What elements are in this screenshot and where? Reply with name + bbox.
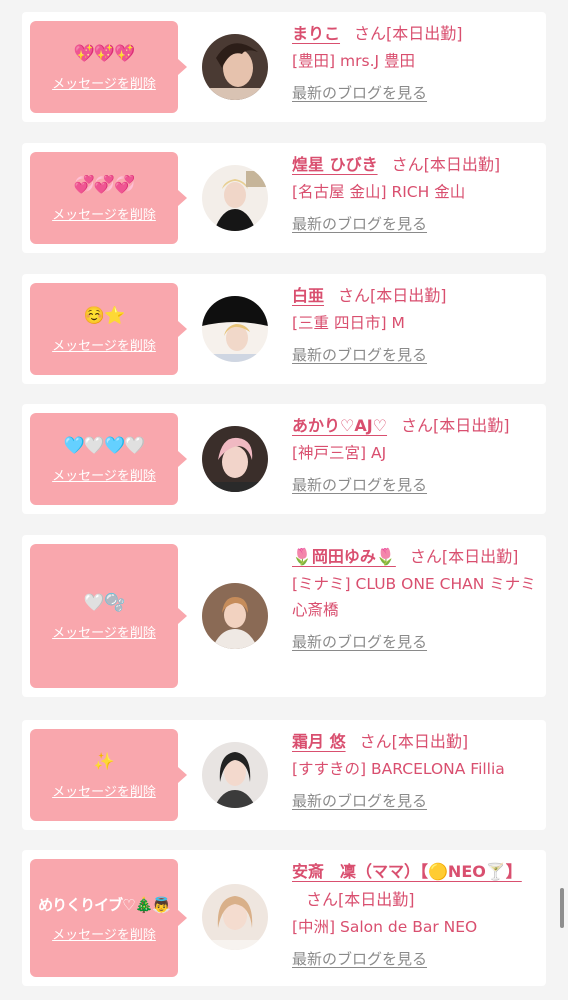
avatar[interactable] (202, 296, 268, 362)
cast-name-link[interactable]: あかり♡AJ♡ (292, 416, 387, 435)
shop-info: [豊田] mrs.J 豊田 (292, 52, 415, 70)
latest-blog-link[interactable]: 最新のブログを見る (292, 82, 427, 103)
delete-message-link[interactable]: メッセージを削除 (52, 924, 156, 943)
shop-info: [すすきの] BARCELONA Fillia (292, 760, 505, 778)
message-bubble: めりくりイブ♡🎄👼 メッセージを削除 (30, 859, 187, 977)
status-text: [本日出勤] (423, 155, 501, 174)
cast-name-link[interactable]: まりこ (292, 24, 340, 43)
message-card: 💞💞💞 メッセージを削除 煌星 ひびき さん[本日出勤] [名古屋 金山] RIC… (22, 143, 546, 253)
avatar[interactable] (202, 884, 268, 950)
scrollbar-thumb[interactable] (560, 888, 564, 928)
shop-info: [名古屋 金山] RICH 金山 (292, 183, 466, 201)
message-bubble: ✨ メッセージを削除 (30, 729, 187, 821)
entry-info: 煌星 ひびき さん[本日出勤] [名古屋 金山] RICH 金山 最新のブログを見… (292, 151, 540, 234)
shop-info: [中洲] Salon de Bar NEO (292, 918, 478, 936)
message-bubble: 💞💞💞 メッセージを削除 (30, 152, 187, 244)
cast-name-link[interactable]: 安斎 凜（ママ）【🟡NEO🍸】 (292, 862, 522, 881)
entry-info: 🌷岡田ゆみ🌷 さん[本日出勤] [ミナミ] CLUB ONE CHAN ミナミ 心… (292, 543, 540, 652)
delete-message-link[interactable]: メッセージを削除 (52, 204, 156, 223)
cast-name-link[interactable]: 霜月 悠 (292, 732, 346, 751)
latest-blog-link[interactable]: 最新のブログを見る (292, 344, 427, 365)
shop-info: [神戸三宮] AJ (292, 444, 387, 462)
cast-name-link[interactable]: 白亜 (292, 286, 324, 305)
message-emoji: ✨ (93, 751, 115, 772)
message-emoji: 🤍🫧 (83, 592, 125, 613)
delete-message-link[interactable]: メッセージを削除 (52, 622, 156, 641)
message-bubble: 🤍🫧 メッセージを削除 (30, 544, 187, 688)
message-emoji: 💖💖💖 (73, 43, 136, 64)
shop-info: [ミナミ] CLUB ONE CHAN ミナミ 心斎橋 (292, 575, 536, 619)
status-text: [本日出勤] (433, 416, 510, 435)
message-card: 🩵🤍🩵🤍 メッセージを削除 あかり♡AJ♡ さん[本日出勤] [神戸三宮] AJ … (22, 404, 546, 514)
message-card: めりくりイブ♡🎄👼 メッセージを削除 安斎 凜（ママ）【🟡NEO🍸】さん[本日出… (22, 850, 546, 986)
delete-message-link[interactable]: メッセージを削除 (52, 465, 156, 484)
message-emoji: ☺️⭐ (83, 305, 125, 326)
message-bubble: 💖💖💖 メッセージを削除 (30, 21, 187, 113)
message-card: 💖💖💖 メッセージを削除 まりこ さん[本日出勤] [豊田] mrs.J 豊田 最… (22, 12, 546, 122)
entry-info: まりこ さん[本日出勤] [豊田] mrs.J 豊田 最新のブログを見る (292, 20, 540, 103)
san-label: さん (401, 416, 434, 435)
avatar[interactable] (202, 34, 268, 100)
san-label: さん (306, 890, 339, 909)
delete-message-link[interactable]: メッセージを削除 (52, 335, 156, 354)
message-card: ☺️⭐ メッセージを削除 白亜 さん[本日出勤] [三重 四日市] M 最新のブロ… (22, 274, 546, 384)
cast-name-link[interactable]: 🌷岡田ゆみ🌷 (292, 547, 396, 566)
entry-info: あかり♡AJ♡ さん[本日出勤] [神戸三宮] AJ 最新のブログを見る (292, 412, 540, 495)
shop-info: [三重 四日市] M (292, 314, 405, 332)
cast-name-link[interactable]: 煌星 ひびき (292, 155, 378, 174)
san-label: さん (338, 286, 371, 305)
message-card: ✨ メッセージを削除 霜月 悠さん[本日出勤] [すすきの] BARCELONA… (22, 720, 546, 830)
latest-blog-link[interactable]: 最新のブログを見る (292, 790, 427, 811)
status-text: [本日出勤] (370, 286, 447, 305)
message-bubble: 🩵🤍🩵🤍 メッセージを削除 (30, 413, 187, 505)
status-text: [本日出勤] (441, 547, 519, 566)
entry-info: 白亜 さん[本日出勤] [三重 四日市] M 最新のブログを見る (292, 282, 540, 365)
avatar[interactable] (202, 426, 268, 492)
avatar[interactable] (202, 583, 268, 649)
message-emoji: めりくりイブ♡🎄👼 (38, 895, 171, 914)
delete-message-link[interactable]: メッセージを削除 (52, 73, 156, 92)
latest-blog-link[interactable]: 最新のブログを見る (292, 213, 427, 234)
avatar[interactable] (202, 742, 268, 808)
latest-blog-link[interactable]: 最新のブログを見る (292, 631, 427, 652)
message-bubble: ☺️⭐ メッセージを削除 (30, 283, 187, 375)
san-label: さん (354, 24, 387, 43)
entry-info: 霜月 悠さん[本日出勤] [すすきの] BARCELONA Fillia 最新の… (292, 728, 540, 811)
message-list: 💖💖💖 メッセージを削除 まりこ さん[本日出勤] [豊田] mrs.J 豊田 最… (0, 0, 568, 1000)
message-emoji: 🩵🤍🩵🤍 (63, 435, 146, 456)
entry-info: 安斎 凜（ママ）【🟡NEO🍸】さん[本日出勤] [中洲] Salon de Ba… (292, 858, 540, 969)
message-emoji: 💞💞💞 (73, 174, 136, 195)
latest-blog-link[interactable]: 最新のブログを見る (292, 948, 427, 969)
status-text: [本日出勤] (338, 890, 415, 909)
status-text: [本日出勤] (386, 24, 463, 43)
avatar[interactable] (202, 165, 268, 231)
status-text: [本日出勤] (391, 732, 469, 751)
san-label: さん (409, 547, 442, 566)
delete-message-link[interactable]: メッセージを削除 (52, 781, 156, 800)
san-label: さん (391, 155, 424, 174)
latest-blog-link[interactable]: 最新のブログを見る (292, 474, 427, 495)
san-label: さん (359, 732, 392, 751)
message-card: 🤍🫧 メッセージを削除 🌷岡田ゆみ🌷 さん[本日出勤] [ミナミ] CLUB ON… (22, 535, 546, 697)
